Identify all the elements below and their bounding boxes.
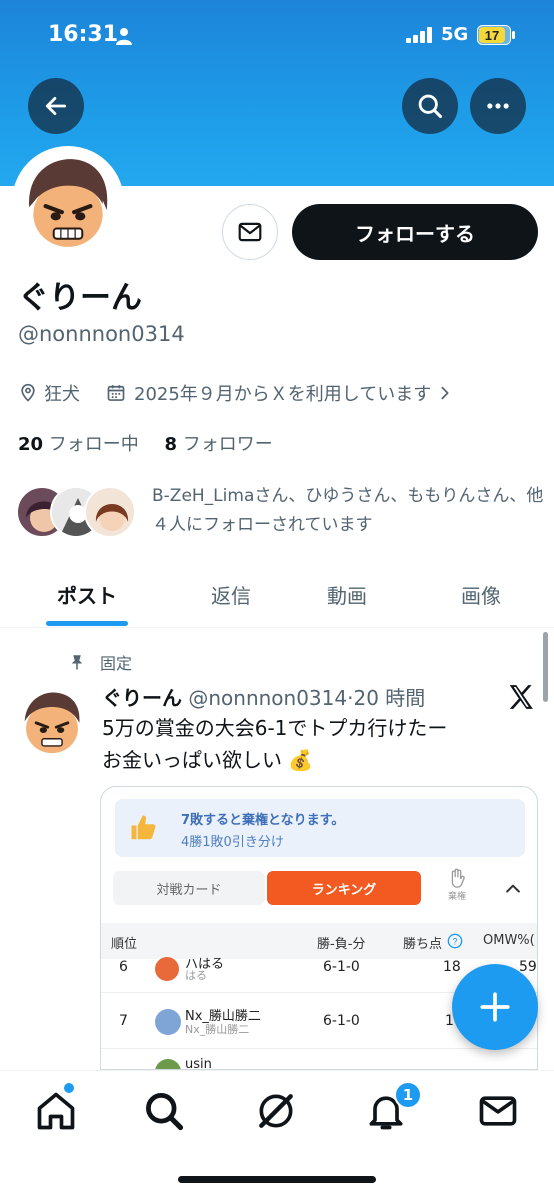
money-bag-emoji: 💰	[288, 748, 314, 772]
nav-explore[interactable]	[142, 1089, 186, 1133]
post-body: 5万の賞金の大会6-1でトプカ行けたー お金いっぱい欲しい 💰	[102, 712, 522, 776]
tab-ranking[interactable]: ランキング	[267, 871, 421, 905]
table-row: usin	[101, 1053, 537, 1070]
search-icon	[418, 94, 443, 119]
post-line-1: 5万の賞金の大会6-1でトプカ行けたー	[102, 716, 448, 740]
notice-banner: 7敗すると棄権となります。 4勝1敗0引き分け	[115, 799, 525, 857]
following-count: 20	[18, 434, 44, 455]
chevron-up-icon[interactable]	[503, 879, 523, 899]
user-handle: @nonnnon0314	[18, 322, 185, 346]
followed-by-avatars[interactable]	[16, 486, 136, 540]
col-record: 勝-負-分	[317, 937, 366, 952]
arrow-left-icon	[45, 97, 67, 115]
status-time: 16:31	[48, 22, 119, 47]
profile-meta: 狂犬 2025年９月からＸを利用しています	[18, 380, 453, 406]
player-avatar	[155, 957, 179, 981]
ranking-table-header: 順位 勝-負-分 勝ち点 ? OMW%(	[101, 923, 537, 959]
post-line-2: お金いっぱい欲しい	[102, 748, 282, 772]
tab-match-cards[interactable]: 対戦カード	[113, 871, 265, 905]
raised-hand-icon	[451, 868, 465, 888]
battery-level: 17	[485, 28, 499, 43]
post-author-avatar[interactable]	[16, 684, 88, 756]
mail-icon	[238, 222, 262, 242]
chevron-right-icon[interactable]	[437, 384, 453, 402]
notification-badge: 1	[394, 1081, 422, 1109]
follow-button[interactable]: フォローする	[292, 204, 538, 260]
svg-text:?: ?	[452, 936, 457, 946]
battery-icon: 17	[477, 25, 515, 45]
col-rank: 順位	[111, 937, 138, 952]
followers-link[interactable]: 8 フォロワー	[165, 434, 273, 455]
row-player-sub: Nx_勝山勝二	[185, 1023, 250, 1036]
row-points: 18	[443, 959, 461, 975]
thumbs-up-icon	[131, 815, 156, 840]
player-avatar	[155, 1059, 181, 1069]
profile-tabs: ポスト 返信 動画 画像	[0, 560, 554, 628]
tab-replies[interactable]: 返信	[174, 560, 288, 628]
row-rank: 6	[119, 959, 128, 975]
col-omw: OMW%(	[483, 933, 535, 948]
calendar-icon	[107, 385, 125, 401]
plus-icon	[480, 992, 510, 1022]
back-button[interactable]	[28, 78, 84, 134]
player-avatar	[155, 1009, 181, 1035]
tab-videos[interactable]: 動画	[290, 560, 404, 628]
post-header: ぐりーん @nonnnon0314·20 時間	[102, 682, 425, 711]
row-player-sub: はる	[185, 969, 207, 982]
message-button[interactable]	[222, 204, 278, 260]
person-icon	[116, 28, 132, 45]
active-tab-indicator	[46, 621, 128, 626]
network-type: 5G	[441, 24, 469, 45]
home-icon	[37, 1092, 75, 1130]
mail-icon	[479, 1096, 517, 1126]
tab-images[interactable]: 画像	[424, 560, 538, 628]
row-record: 6-1-0	[323, 1013, 360, 1029]
following-link[interactable]: 20 フォロー中	[18, 434, 139, 455]
row-player-name: usin	[185, 1057, 212, 1070]
avatar-illustration	[17, 151, 119, 253]
tab-posts[interactable]: ポスト	[30, 560, 144, 628]
follow-counts: 20 フォロー中 8 フォロワー	[18, 430, 273, 456]
row-record: 6-1-0	[323, 959, 360, 975]
home-indicator	[178, 1176, 376, 1183]
search-icon	[146, 1093, 184, 1131]
nav-grok[interactable]	[254, 1089, 298, 1133]
pinned-label: 固定	[68, 650, 132, 674]
location-text: 狂犬	[44, 384, 80, 405]
post-author-name[interactable]: ぐりーん	[102, 686, 182, 710]
signal-icon	[406, 27, 432, 43]
status-bar: 16:31 5G 17	[0, 22, 554, 52]
search-button[interactable]	[402, 78, 458, 134]
followers-label: フォロワー	[182, 434, 273, 455]
more-button[interactable]	[470, 78, 526, 134]
withdraw-button[interactable]: 棄権	[435, 865, 479, 909]
pin-icon	[71, 655, 83, 670]
more-horizontal-icon	[487, 103, 509, 109]
pinned-text: 固定	[100, 654, 133, 673]
notice-title: 7敗すると棄権となります。	[181, 813, 345, 828]
home-unread-dot	[64, 1083, 74, 1093]
x-logo-icon	[509, 685, 533, 709]
help-icon[interactable]: ?	[447, 933, 463, 949]
nav-messages[interactable]	[476, 1089, 520, 1133]
follower-avatar	[84, 486, 136, 538]
following-label: フォロー中	[48, 434, 139, 455]
join-date[interactable]: 2025年９月からＸを利用しています	[134, 380, 431, 406]
display-name: ぐりーん	[18, 280, 142, 316]
post-author-handle[interactable]: @nonnnon0314	[188, 686, 347, 710]
profile-avatar[interactable]	[12, 146, 124, 258]
grok-icon	[259, 1094, 293, 1128]
post-time[interactable]: 20 時間	[353, 686, 425, 710]
followed-by-text[interactable]: B-ZeH_Limaさん、ひゆうさん、ももりんさん、他４人にフォローされています	[152, 482, 544, 540]
nav-home[interactable]	[34, 1089, 78, 1133]
location-pin-icon	[21, 383, 35, 402]
followers-count: 8	[164, 434, 178, 455]
compose-button[interactable]	[452, 964, 538, 1050]
row-rank: 7	[119, 1013, 128, 1029]
scrollbar[interactable]	[543, 632, 548, 702]
withdraw-label: 棄権	[447, 892, 466, 902]
col-points: 勝ち点	[403, 937, 443, 952]
notice-subtitle: 4勝1敗0引き分け	[181, 835, 284, 850]
